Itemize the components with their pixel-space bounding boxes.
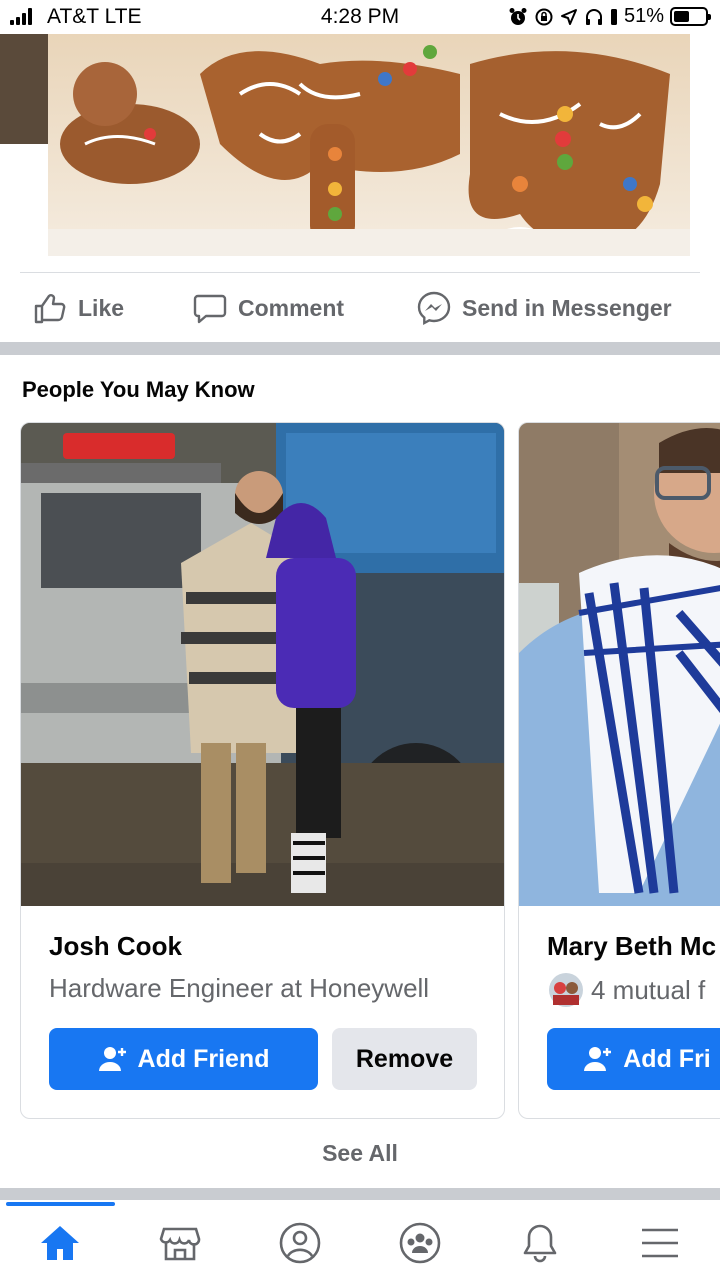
pymk-card[interactable]: Mary Beth Mc 4 mutual f Add Fri <box>518 422 720 1119</box>
location-arrow-icon <box>560 8 577 25</box>
post-image[interactable] <box>0 34 720 256</box>
post-actions: Like Comment Send in Messenger <box>0 280 720 338</box>
thumbs-up-icon <box>34 294 66 324</box>
nav-home[interactable] <box>37 1220 83 1266</box>
nav-marketplace[interactable] <box>157 1220 203 1266</box>
nav-notifications[interactable] <box>517 1220 563 1266</box>
add-friend-button[interactable]: Add Friend <box>49 1028 318 1090</box>
mutual-friends-label: 4 mutual f <box>591 974 706 1005</box>
see-all-link[interactable]: See All <box>0 1140 720 1167</box>
comment-label: Comment <box>238 294 345 321</box>
nav-profile[interactable] <box>277 1220 323 1266</box>
alarm-icon <box>509 7 527 25</box>
profile-photo[interactable] <box>519 423 720 906</box>
home-icon <box>41 1226 79 1260</box>
add-friend-icon <box>584 1047 612 1071</box>
battery-icon <box>670 7 711 26</box>
notifications-icon <box>523 1224 557 1263</box>
pymk-card[interactable]: Josh Cook Hardware Engineer at Honeywell… <box>20 422 505 1119</box>
send-in-messenger-button[interactable]: Send in Messenger <box>416 290 672 326</box>
messenger-icon <box>417 291 451 326</box>
comment-bubble-icon <box>193 294 227 324</box>
person-name[interactable]: Mary Beth Mc <box>547 931 716 962</box>
remove-label: Remove <box>355 1044 454 1073</box>
section-separator <box>0 1188 720 1200</box>
battery-percent: 51% <box>623 5 664 27</box>
status-bar: AT&T LTE 4:28 PM 51% <box>0 0 720 34</box>
add-friend-icon <box>98 1047 126 1071</box>
add-friend-label: Add Friend <box>137 1044 270 1073</box>
headphones-icon <box>585 8 602 25</box>
add-friend-button[interactable]: Add Fri <box>547 1028 720 1090</box>
like-label: Like <box>78 294 125 321</box>
nav-menu[interactable] <box>637 1220 683 1266</box>
person-subtitle: Hardware Engineer at Honeywell <box>49 973 430 1003</box>
bluetooth-battery-icon <box>610 8 617 25</box>
comment-button[interactable]: Comment <box>192 290 344 326</box>
mutual-friend-avatar <box>549 973 583 1007</box>
profile-icon <box>279 1222 321 1264</box>
groups-icon <box>399 1222 441 1264</box>
send-in-messenger-label: Send in Messenger <box>462 294 672 321</box>
bottom-nav <box>0 1202 720 1280</box>
marketplace-icon <box>159 1227 201 1261</box>
active-tab-indicator <box>6 1202 115 1206</box>
person-name[interactable]: Josh Cook <box>49 931 182 962</box>
nav-groups[interactable] <box>397 1220 443 1266</box>
rotation-lock-icon <box>535 8 553 25</box>
like-button[interactable]: Like <box>32 290 124 326</box>
add-friend-label: Add Fri <box>623 1044 711 1073</box>
remove-button[interactable]: Remove <box>332 1028 477 1090</box>
profile-photo[interactable] <box>21 423 504 906</box>
divider <box>20 272 700 273</box>
gingerbread-photo <box>0 34 720 256</box>
mutual-friends: 4 mutual f <box>549 973 705 1007</box>
section-title: People You May Know <box>22 377 255 402</box>
menu-icon <box>642 1228 678 1258</box>
section-separator <box>0 342 720 355</box>
